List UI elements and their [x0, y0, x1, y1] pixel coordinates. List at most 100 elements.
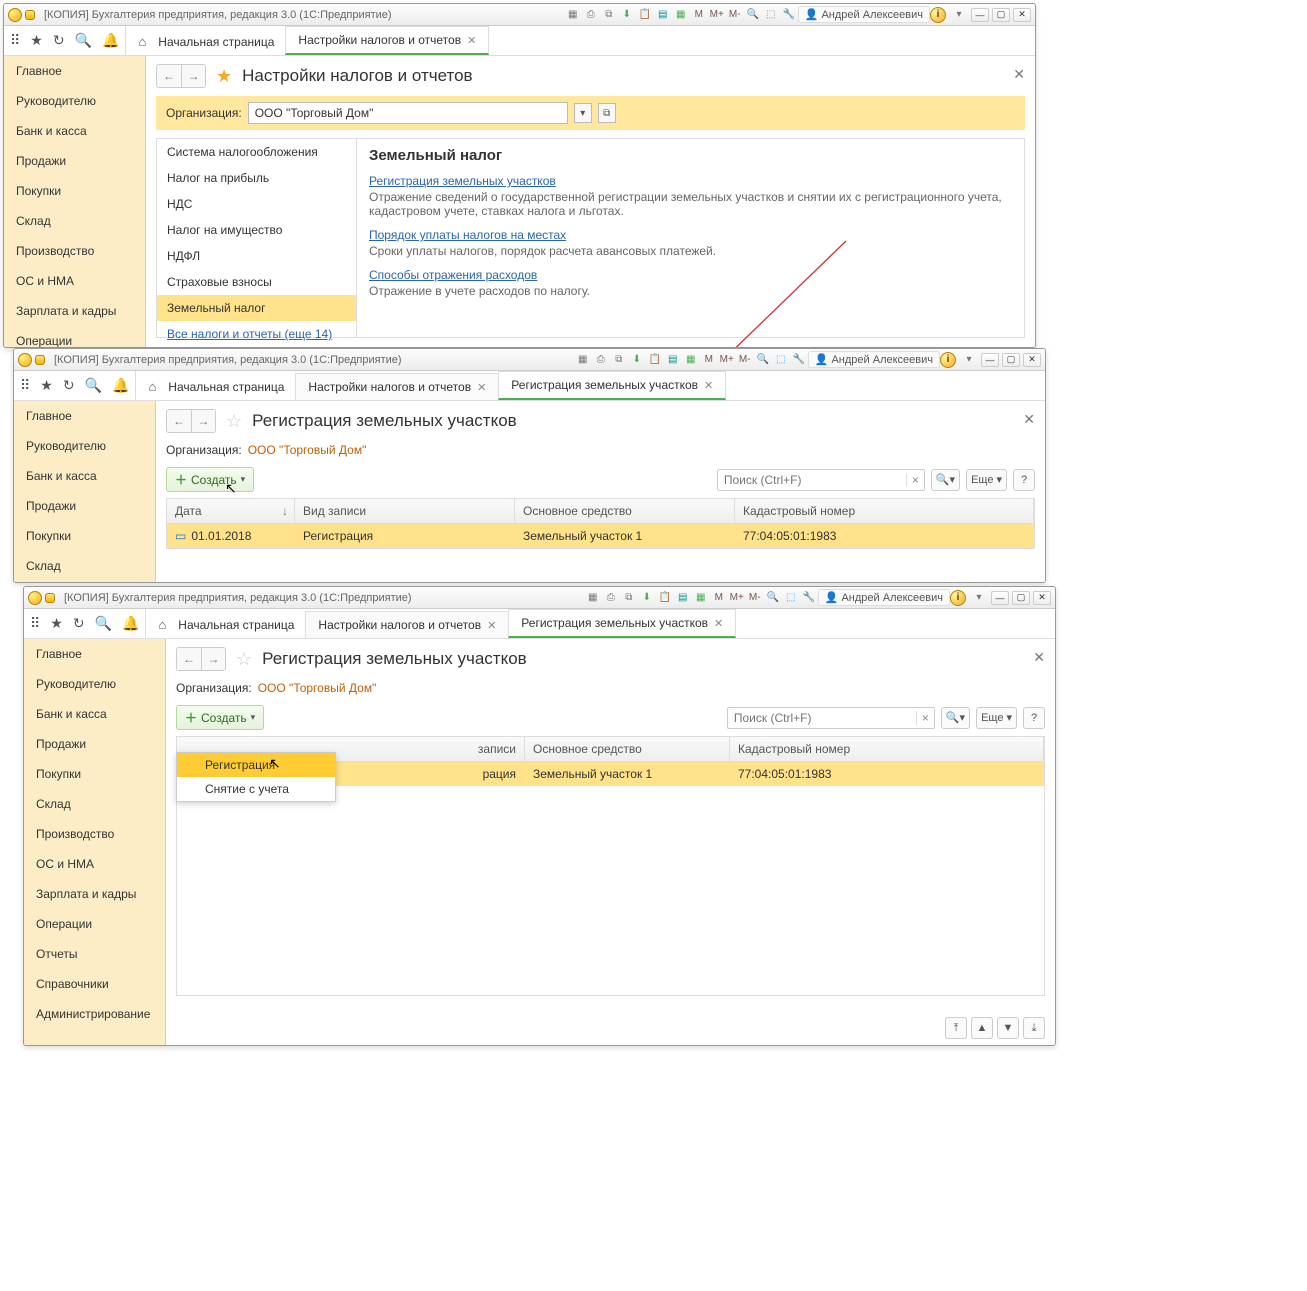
tab-land-register[interactable]: Регистрация земельных участков✕: [498, 371, 726, 400]
star-icon[interactable]: ★: [216, 66, 232, 87]
nav-assets[interactable]: ОС и НМА: [24, 849, 165, 879]
nav-salary[interactable]: Зарплата и кадры: [24, 879, 165, 909]
mminus-icon[interactable]: M-: [737, 352, 753, 368]
nav-last-button[interactable]: ⤓: [1023, 1017, 1045, 1039]
nav-admin[interactable]: Администрирование: [24, 999, 165, 1029]
dropdown-icon[interactable]: ▾: [971, 590, 987, 606]
search-icon[interactable]: 🔍: [75, 32, 92, 49]
minimize-button[interactable]: —: [981, 353, 999, 367]
info-icon[interactable]: i: [940, 352, 956, 368]
mplus-icon[interactable]: M+: [709, 7, 725, 23]
toolbar-icon[interactable]: ▦: [565, 7, 581, 23]
export-icon[interactable]: ⬇: [629, 352, 645, 368]
nav-reports[interactable]: Отчеты: [24, 939, 165, 969]
maximize-button[interactable]: ▢: [1012, 591, 1030, 605]
m-icon[interactable]: M: [711, 590, 727, 606]
search-icon[interactable]: 🔍: [85, 377, 102, 394]
search-box[interactable]: ×: [717, 469, 925, 491]
dropdown-icon[interactable]: ▾: [951, 7, 967, 23]
nav-manager[interactable]: Руководителю: [24, 669, 165, 699]
nav-operations[interactable]: Операции: [4, 326, 145, 348]
maximize-button[interactable]: ▢: [992, 8, 1010, 22]
tax-item[interactable]: НДФЛ: [157, 243, 356, 269]
wrench-icon[interactable]: 🔧: [801, 590, 817, 606]
payment-order-link[interactable]: Порядок уплаты налогов на местах: [369, 228, 566, 242]
nav-bank[interactable]: Банк и касса: [4, 116, 145, 146]
nav-refs[interactable]: Справочники: [24, 969, 165, 999]
apps-icon[interactable]: ⠿: [10, 32, 20, 49]
col-asset[interactable]: Основное средство: [515, 499, 735, 523]
col-type[interactable]: Вид записи: [295, 499, 515, 523]
tax-item[interactable]: Налог на имущество: [157, 217, 356, 243]
clipboard-icon[interactable]: 📋: [657, 590, 673, 606]
app-dropdown-icon[interactable]: [25, 10, 35, 20]
nav-up-button[interactable]: ▲: [971, 1017, 993, 1039]
org-value[interactable]: ООО "Торговый Дом": [248, 443, 367, 457]
copy-icon[interactable]: ⧉: [611, 352, 627, 368]
favorite-icon[interactable]: ★: [50, 615, 63, 632]
calc-icon[interactable]: ▦: [683, 352, 699, 368]
advanced-search-button[interactable]: 🔍▾: [931, 469, 960, 491]
nav-manager[interactable]: Руководителю: [14, 431, 155, 461]
apps-icon[interactable]: ⠿: [30, 615, 40, 632]
mplus-icon[interactable]: M+: [719, 352, 735, 368]
back-button[interactable]: ←: [177, 648, 201, 670]
close-button[interactable]: ✕: [1023, 353, 1041, 367]
more-button[interactable]: Еще ▾: [976, 707, 1017, 729]
col-date[interactable]: Дата↓: [167, 499, 295, 523]
table-row[interactable]: ▭01.01.2018 Регистрация Земельный участо…: [167, 524, 1034, 548]
all-taxes-link[interactable]: Все налоги и отчеты (еще 14): [157, 321, 356, 347]
star-icon[interactable]: ☆: [236, 649, 252, 670]
tab-close-icon[interactable]: ✕: [477, 381, 486, 394]
history-icon[interactable]: ↻: [63, 377, 75, 394]
back-button[interactable]: ←: [167, 410, 191, 432]
calendar-icon[interactable]: ▤: [655, 7, 671, 23]
nav-manager[interactable]: Руководителю: [4, 86, 145, 116]
search-input[interactable]: [718, 473, 906, 487]
minimize-button[interactable]: —: [991, 591, 1009, 605]
nav-first-button[interactable]: ⤒: [945, 1017, 967, 1039]
bell-icon[interactable]: 🔔: [122, 615, 139, 632]
nav-sales[interactable]: Продажи: [14, 491, 155, 521]
more-button[interactable]: Еще ▾: [966, 469, 1007, 491]
info-icon[interactable]: i: [950, 590, 966, 606]
nav-sales[interactable]: Продажи: [24, 729, 165, 759]
zoom-icon[interactable]: 🔍: [755, 352, 771, 368]
zoom-icon[interactable]: 🔍: [765, 590, 781, 606]
tab-home[interactable]: ⌂Начальная страница: [136, 373, 296, 400]
search-icon[interactable]: 🔍: [95, 615, 112, 632]
m-icon[interactable]: M: [701, 352, 717, 368]
nav-down-button[interactable]: ▼: [997, 1017, 1019, 1039]
forward-button[interactable]: →: [201, 648, 225, 670]
help-button[interactable]: ?: [1013, 469, 1035, 491]
expense-methods-link[interactable]: Способы отражения расходов: [369, 268, 537, 282]
close-button[interactable]: ✕: [1013, 8, 1031, 22]
search-box[interactable]: ×: [727, 707, 935, 729]
nav-purchases[interactable]: Покупки: [14, 521, 155, 551]
nav-purchases[interactable]: Покупки: [24, 759, 165, 789]
print-icon[interactable]: ⎙: [583, 7, 599, 23]
nav-warehouse[interactable]: Склад: [14, 551, 155, 581]
tab-home[interactable]: ⌂Начальная страница: [146, 611, 306, 638]
star-icon[interactable]: ☆: [226, 411, 242, 432]
nav-main[interactable]: Главное: [14, 401, 155, 431]
clear-icon[interactable]: ×: [906, 473, 924, 487]
user-box[interactable]: 👤Андрей Алексеевич: [798, 6, 930, 23]
nav-sales[interactable]: Продажи: [4, 146, 145, 176]
menu-item-registration[interactable]: Регистрация ↖: [177, 753, 335, 777]
device-icon[interactable]: ⬚: [773, 352, 789, 368]
nav-production[interactable]: Производство: [24, 819, 165, 849]
copy-icon[interactable]: ⧉: [601, 7, 617, 23]
wrench-icon[interactable]: 🔧: [791, 352, 807, 368]
copy-icon[interactable]: ⧉: [621, 590, 637, 606]
dropdown-icon[interactable]: ▾: [961, 352, 977, 368]
m-icon[interactable]: M: [691, 7, 707, 23]
create-button[interactable]: ＋ Создать ▾: [176, 705, 264, 730]
forward-button[interactable]: →: [181, 65, 205, 87]
user-box[interactable]: 👤Андрей Алексеевич: [818, 589, 950, 606]
nav-purchases[interactable]: Покупки: [4, 176, 145, 206]
advanced-search-button[interactable]: 🔍▾: [941, 707, 970, 729]
calendar-icon[interactable]: ▤: [665, 352, 681, 368]
nav-assets[interactable]: ОС и НМА: [4, 266, 145, 296]
app-dropdown-icon[interactable]: [45, 593, 55, 603]
